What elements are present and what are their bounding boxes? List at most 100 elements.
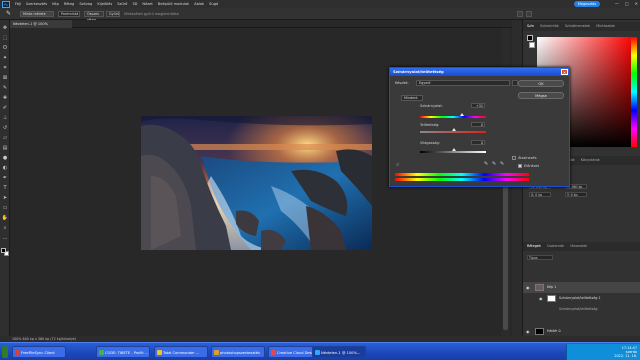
minimize-button[interactable]: —: [615, 0, 619, 8]
zoom-tool-icon[interactable]: ⌕: [1, 224, 9, 232]
eyedropper-add-icon[interactable]: ✎: [492, 161, 496, 167]
magic-wand-tool-icon[interactable]: ✦: [1, 54, 9, 62]
menu-view[interactable]: Nézet: [142, 2, 152, 6]
hue-slider-thumb[interactable]: [460, 113, 464, 116]
path-selection-tool-icon[interactable]: ➤: [1, 194, 9, 202]
color-panel-background-swatch[interactable]: [529, 42, 535, 48]
y-field[interactable]: Y: 0 kp: [565, 192, 587, 197]
eye-icon[interactable]: ◉: [526, 285, 531, 290]
menu-layer[interactable]: Réteg: [64, 2, 74, 6]
eyedropper-icon[interactable]: ✎: [484, 161, 488, 167]
foreground-color-swatch[interactable]: [1, 248, 6, 253]
tab-paths[interactable]: Útvonalak: [570, 242, 587, 251]
layer-row[interactable]: Színárnyalat/telítettség: [523, 304, 640, 315]
eye-icon[interactable]: ◉: [539, 296, 544, 301]
color-panel-foreground-swatch[interactable]: [527, 35, 533, 41]
search-icon[interactable]: [517, 11, 523, 17]
frame-tool-icon[interactable]: ⊠: [1, 74, 9, 82]
share-button[interactable]: Megosztás: [574, 1, 600, 7]
dodge-tool-icon[interactable]: ◐: [1, 164, 9, 172]
all-layers-select[interactable]: Összes réteg: [84, 11, 104, 22]
menu-type[interactable]: Szöveg: [79, 2, 92, 6]
history-brush-tool-icon[interactable]: ↺: [1, 124, 9, 132]
taskbar-item[interactable]: FreeFileSync Client: [12, 346, 66, 358]
preset-select[interactable]: Egyedi: [416, 80, 510, 86]
menu-filter[interactable]: Szűrő: [117, 2, 127, 6]
gradient-tool-icon[interactable]: ▤: [1, 144, 9, 152]
workspace-icon[interactable]: [526, 11, 532, 17]
menu-edit[interactable]: Szerkesztés: [26, 2, 47, 6]
shape-tool-icon[interactable]: ▭: [1, 204, 9, 212]
marquee-tool-icon[interactable]: ⬚: [1, 34, 9, 42]
eraser-tool-icon[interactable]: ▱: [1, 134, 9, 142]
layer-row[interactable]: ◉ Színárnyalat/telítettség 1: [523, 293, 640, 304]
type-tool-icon[interactable]: T: [1, 184, 9, 192]
menu-window[interactable]: Ablak: [194, 2, 204, 6]
app-icon: [315, 350, 320, 355]
dialog-close-button[interactable]: ✕: [561, 69, 568, 75]
eyedropper-subtract-icon[interactable]: ✎: [500, 161, 504, 167]
start-button[interactable]: [2, 346, 8, 358]
eye-icon[interactable]: ◉: [526, 329, 531, 334]
ok-button[interactable]: OK: [518, 80, 564, 87]
eyedropper-icon[interactable]: ✎: [4, 10, 13, 18]
blur-tool-icon[interactable]: ●: [1, 154, 9, 162]
eyedropper-tool-icon[interactable]: ✎: [1, 84, 9, 92]
document-image[interactable]: [141, 116, 372, 250]
system-tray: 17:14:47 szerda 2022. 11. 16.: [566, 344, 640, 360]
move-tool-icon[interactable]: ✥: [1, 24, 9, 32]
tab-color[interactable]: Szín: [527, 22, 534, 31]
cancel-button[interactable]: Mégse: [518, 92, 564, 99]
pen-tool-icon[interactable]: ✒: [1, 174, 9, 182]
maximize-button[interactable]: □: [625, 0, 629, 8]
taskbar-item[interactable]: Total Commander ...: [154, 346, 208, 358]
ring-checkbox[interactable]: Gyűrű: [106, 11, 120, 17]
close-window-button[interactable]: ✕: [635, 0, 638, 8]
menu-help[interactable]: Súgó: [209, 2, 218, 6]
menu-3d[interactable]: 3D: [132, 2, 137, 6]
layer-row[interactable]: ◉ Kép 1: [523, 282, 640, 293]
menu-plugins[interactable]: Beépülő modulok: [158, 2, 189, 6]
hand-tool-icon[interactable]: ✋: [1, 214, 9, 222]
lightness-slider-track[interactable]: [420, 151, 486, 153]
taskbar-item-active[interactable]: Névtelen-1 @ 100%...: [312, 346, 366, 358]
clock[interactable]: 17:14:47 szerda 2022. 11. 16.: [614, 346, 637, 359]
hue-value-field[interactable]: +32: [471, 103, 485, 108]
saturation-value-field[interactable]: 0: [471, 122, 485, 127]
saturation-slider-track[interactable]: [420, 131, 486, 133]
lasso-tool-icon[interactable]: ʘ: [1, 44, 9, 52]
layer-filter-select[interactable]: Típus: [527, 255, 553, 260]
menu-select[interactable]: Kijelölés: [97, 2, 112, 6]
colorize-checkbox[interactable]: [512, 156, 516, 160]
tab-gradients[interactable]: Színátmenetek: [565, 22, 590, 31]
taskbar-item-label: Névtelen-1 @ 100%...: [321, 351, 361, 355]
lightness-value-field[interactable]: 0: [471, 140, 485, 145]
saturation-slider-thumb[interactable]: [452, 128, 456, 131]
channel-select[interactable]: Mindent: [401, 95, 423, 101]
app-icon: [271, 350, 276, 355]
crop-tool-icon[interactable]: ⌗: [1, 64, 9, 72]
point-sample-select[interactable]: Pontmintá: [58, 11, 80, 17]
tab-swatches[interactable]: Színminták: [540, 22, 559, 31]
taskbar-item-label: FreeFileSync Client: [21, 351, 55, 355]
tab-channels[interactable]: Csatornák: [547, 242, 564, 251]
preview-checkbox[interactable]: [518, 164, 522, 168]
more-tools-icon[interactable]: …: [1, 234, 9, 242]
menu-image[interactable]: Kép: [52, 2, 59, 6]
stamp-tool-icon[interactable]: ⊥: [1, 114, 9, 122]
hue-slider[interactable]: [631, 37, 637, 147]
sample-size-select[interactable]: Minta mérete: [20, 11, 54, 17]
tab-patterns[interactable]: Mintázatok: [596, 22, 615, 31]
hue-slider-track[interactable]: [420, 116, 486, 118]
brush-tool-icon[interactable]: ✐: [1, 104, 9, 112]
healing-brush-tool-icon[interactable]: ✚: [1, 94, 9, 102]
lightness-slider-thumb[interactable]: [452, 148, 456, 151]
tab-libraries[interactable]: Könyvtárak: [581, 156, 600, 165]
document-tab[interactable]: Névtelen-1 @ 100% (Vazf/1,RGB/8) *: [10, 20, 72, 34]
menu-file[interactable]: Fájl: [15, 2, 21, 6]
taskbar-item[interactable]: CODE: TIBETE - Profil: ...: [96, 346, 150, 358]
taskbar-item[interactable]: photoshopszerkesztés: [211, 346, 265, 358]
hand-target-icon[interactable]: ☝: [396, 162, 399, 168]
tab-layers[interactable]: Rétegek: [527, 242, 541, 251]
x-field[interactable]: X: 0 kp: [529, 192, 551, 197]
